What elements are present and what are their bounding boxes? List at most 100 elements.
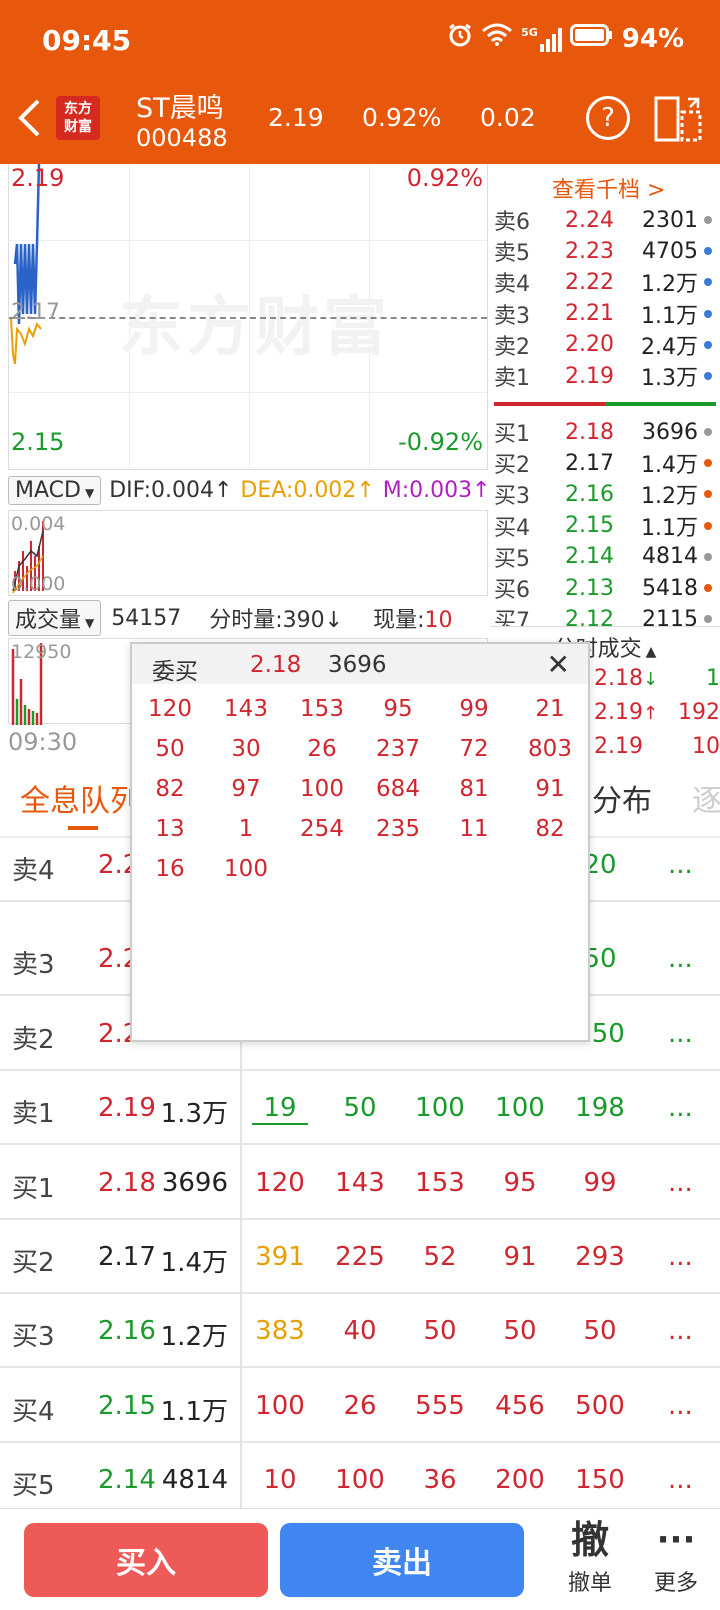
view-thousand-levels-link[interactable]: 查看千档 > — [552, 172, 665, 204]
order-book-row[interactable]: 卖2 2.20 2.4万 — [494, 329, 714, 361]
volume-selector[interactable]: 成交量 ▼ — [8, 600, 102, 636]
queue-level-price: 2.17 — [98, 1242, 156, 1272]
queue-level-price: 2.15 — [98, 1390, 156, 1421]
queue-level-volume: 3696 — [161, 1167, 228, 1198]
macd-m: M:0.003↑ — [382, 477, 491, 503]
intraday-chart[interactable]: 东方财富 2.19 0.92% 2.17 2.15 -0.92% — [8, 164, 488, 470]
level-price: 2.24 — [565, 207, 614, 233]
order-book-row[interactable]: 买4 2.15 1.1万 — [494, 510, 714, 542]
volume-axis-max: 12950 — [11, 641, 72, 663]
queue-level-price: 2.16 — [98, 1316, 156, 1347]
help-icon: ? — [601, 103, 615, 133]
tab-distribution[interactable]: 分布 — [592, 776, 652, 820]
popup-label: 委买 — [152, 659, 198, 685]
level-volume: 1.2万 — [641, 272, 698, 298]
level-volume: 5418 — [642, 575, 698, 601]
order-book-row[interactable]: 买5 2.14 4814 — [494, 541, 714, 573]
macd-chart[interactable]: 0.004 0.000 — [8, 510, 488, 596]
header-change-pct: 0.92% — [362, 103, 442, 132]
battery-percent: 94% — [621, 23, 684, 54]
queue-order-value: 293 — [575, 1242, 625, 1272]
queue-row-more[interactable]: ... — [668, 1242, 693, 1272]
level-label: 买5 — [494, 546, 530, 572]
queue-level-volume: 4814 — [161, 1465, 228, 1496]
queue-order-value: 100 — [415, 1093, 465, 1124]
queue-row-more[interactable]: ... — [668, 1316, 693, 1346]
level-price: 2.15 — [565, 513, 614, 539]
queue-row[interactable]: 买3 2.16 1.2万 383 40 50 50 50... — [0, 1294, 720, 1369]
tab-tick-by-tick[interactable]: 逐 — [692, 776, 720, 820]
queue-order-value: 225 — [335, 1242, 385, 1272]
level-price: 2.18 — [565, 419, 614, 445]
queue-row[interactable]: 买4 2.15 1.1万 100 26 555 456 500... — [0, 1369, 720, 1443]
queue-row-more[interactable]: ... — [668, 944, 693, 974]
back-button[interactable] — [16, 98, 42, 142]
level-volume: 1.1万 — [641, 303, 698, 329]
macd-selector[interactable]: MACD ▼ — [8, 475, 102, 505]
avg-price-line — [10, 318, 42, 365]
level-dot-icon — [704, 278, 712, 287]
close-icon[interactable]: ✕ — [547, 648, 570, 681]
queue-row[interactable]: 买2 2.17 1.4万 391 225 52 91 293... — [0, 1220, 720, 1294]
queue-order-value: 100 — [255, 1390, 305, 1421]
level-volume: 1.3万 — [641, 366, 698, 391]
volume-indicator-row: 成交量 ▼ 54157 分时量:390↓ 现量:10 — [8, 600, 488, 636]
switch-layout-button[interactable] — [654, 96, 704, 146]
level-label: 买6 — [494, 578, 530, 603]
queue-row[interactable]: 买1 2.18 3696 120 143 153 95 99... — [0, 1146, 720, 1220]
stock-name: ST晨鸣 — [136, 93, 224, 124]
help-button[interactable]: ? — [586, 96, 630, 140]
queue-level-volume: 1.1万 — [160, 1396, 228, 1427]
tick-volume: 分时量:390↓ — [209, 608, 344, 633]
order-book-row[interactable]: 卖3 2.21 1.1万 — [494, 298, 714, 330]
popup-order-value: 120 — [148, 696, 192, 722]
queue-row[interactable]: 买5 2.14 4814 10 100 36 200 150... — [0, 1443, 720, 1518]
queue-row-more[interactable]: ... — [668, 1465, 693, 1495]
popup-order-value: 237 — [376, 736, 420, 762]
popup-order-value: 235 — [376, 816, 420, 842]
level-dot-icon — [704, 340, 712, 349]
order-book-row[interactable]: 买6 2.13 5418 — [494, 572, 714, 604]
queue-order-value: 95 — [503, 1167, 537, 1198]
queue-row-more[interactable]: ... — [668, 1391, 693, 1421]
order-book-row[interactable]: 卖5 2.23 4705 — [494, 235, 714, 267]
popup-order-value: 99 — [459, 696, 489, 722]
order-book-row[interactable]: 卖1 2.19 1.3万 — [494, 360, 714, 392]
order-book-row[interactable]: 买1 2.18 3696 — [494, 416, 714, 448]
level-price: 2.22 — [565, 269, 614, 295]
tab-queue[interactable]: 全息队列 — [20, 776, 140, 820]
queue-row-more[interactable]: ... — [668, 1093, 693, 1123]
popup-order-value: 100 — [300, 776, 344, 802]
order-book-row[interactable]: 买2 2.17 1.4万 — [494, 447, 714, 479]
popup-volume: 3696 — [328, 652, 387, 678]
order-book-divider — [494, 402, 716, 406]
cancel-order-button[interactable]: 撤 撤单 — [560, 1515, 620, 1597]
queue-order-value: 40 — [343, 1316, 377, 1347]
level-dot-icon — [704, 521, 712, 530]
order-book-row[interactable]: 卖4 2.22 1.2万 — [494, 266, 714, 298]
macd-dif: DIF:0.004↑ — [109, 477, 233, 503]
order-book-row[interactable]: 买3 2.16 1.2万 — [494, 478, 714, 510]
order-book-row[interactable]: 卖6 2.24 2301 — [494, 204, 714, 236]
level-dot-icon — [704, 309, 712, 318]
level-price: 2.13 — [565, 575, 614, 601]
price-line-plot — [10, 164, 42, 365]
level-dot-icon — [704, 490, 712, 499]
buy-button[interactable]: 买入 — [24, 1523, 268, 1597]
queue-level-price: 2.18 — [98, 1167, 156, 1198]
level-label: 卖6 — [494, 210, 530, 235]
queue-order-value: 10 — [263, 1465, 297, 1496]
queue-level-volume: 1.3万 — [160, 1099, 228, 1130]
tick-trade-row: 2.18↓ 1 — [594, 666, 720, 691]
queue-row-more[interactable]: ... — [668, 850, 693, 880]
more-button[interactable]: ··· 更多 — [646, 1515, 706, 1597]
level-label: 买4 — [494, 515, 530, 541]
sell-button[interactable]: 卖出 — [280, 1523, 524, 1597]
queue-row-more[interactable]: ... — [668, 1019, 693, 1049]
queue-level-volume: 1.2万 — [160, 1322, 228, 1353]
queue-level-label: 买5 — [12, 1471, 55, 1502]
top-header: 09:45 5G 94% 东方 财富 ST晨鸣 000488 2.19 0.92… — [0, 0, 720, 164]
queue-row[interactable]: 卖1 2.19 1.3万 19 50 100 100 198... — [0, 1071, 720, 1146]
level-volume: 4705 — [642, 238, 698, 264]
queue-row-more[interactable]: ... — [668, 1168, 693, 1198]
